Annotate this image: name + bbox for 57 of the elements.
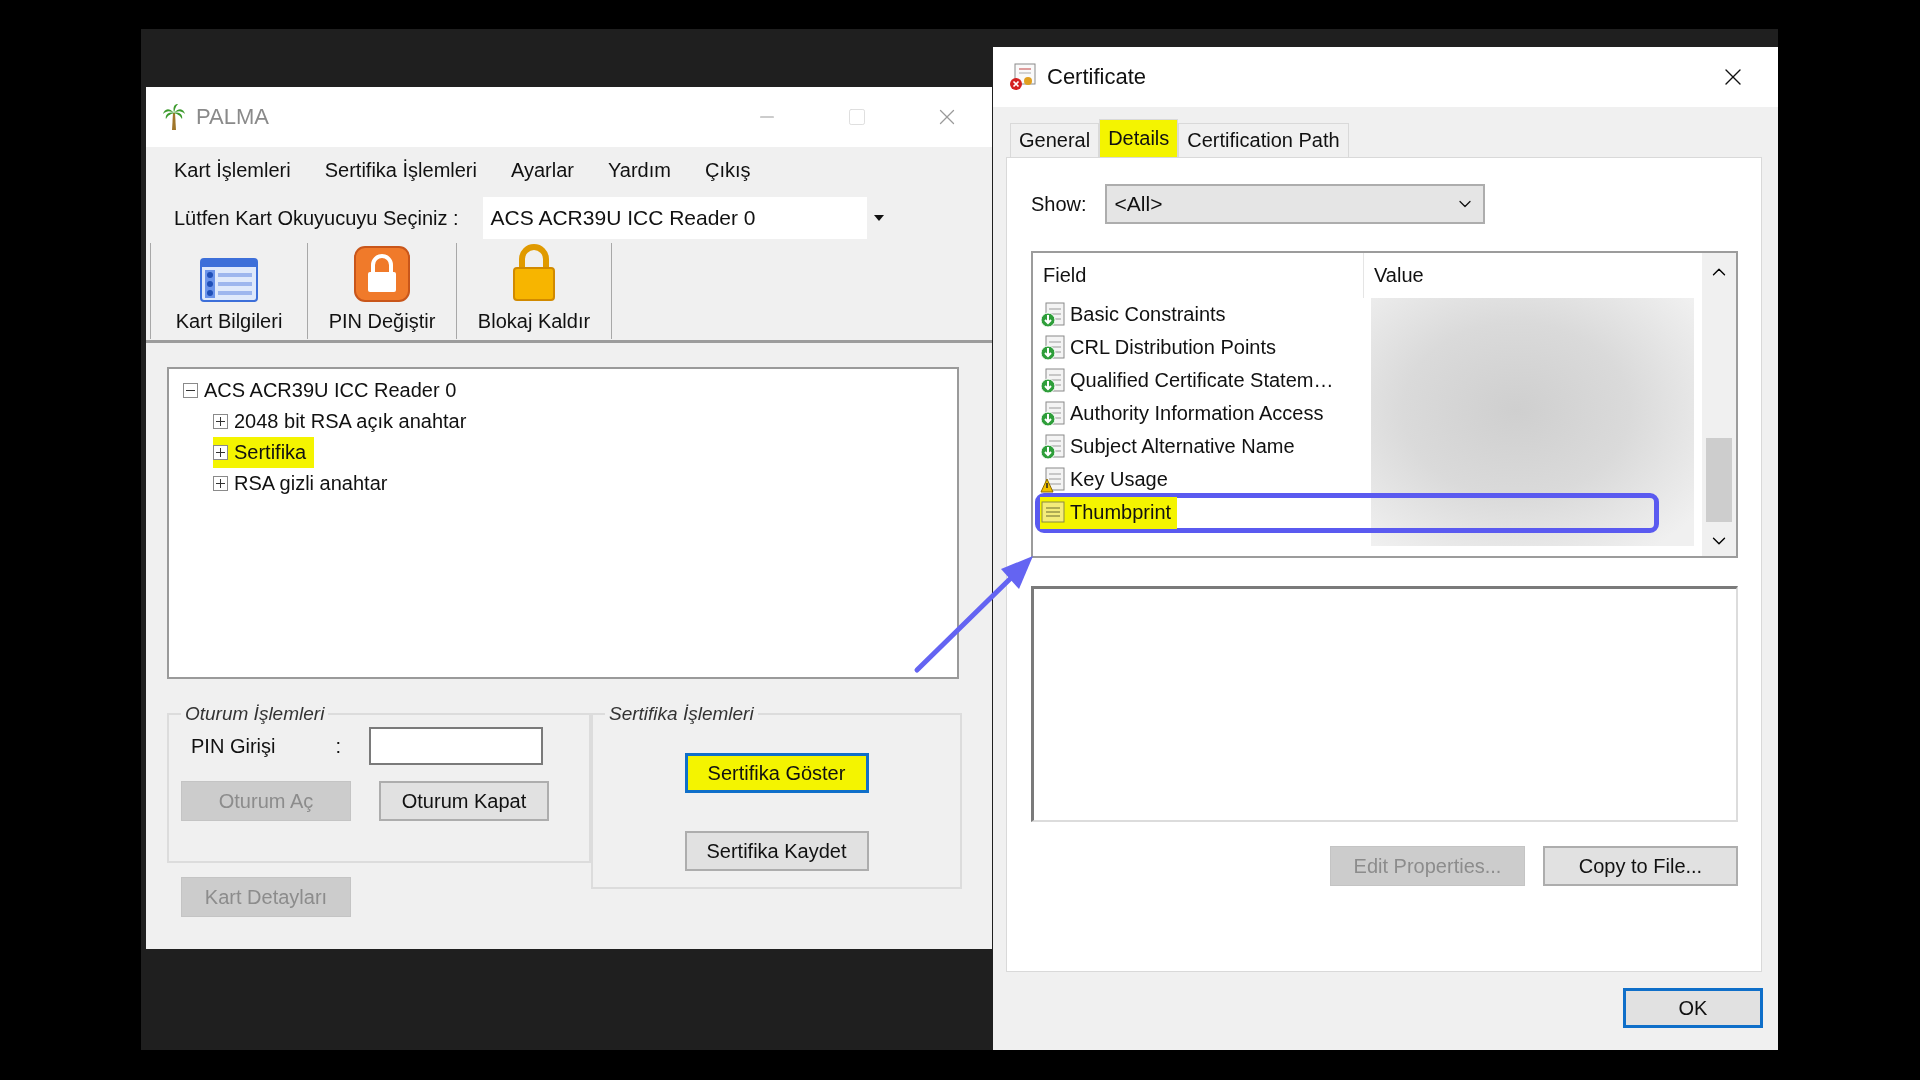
certificate-extension-icon [1040, 433, 1066, 460]
field-item[interactable]: CRL Distribution Points [1040, 331, 1282, 364]
collapse-icon[interactable] [183, 383, 198, 398]
field-item[interactable]: Qualified Certificate Statem… [1040, 364, 1340, 397]
field-item[interactable]: Authority Information Access [1040, 397, 1330, 430]
field-item[interactable]: Thumbprint [1040, 496, 1178, 529]
property-icon [1040, 499, 1066, 526]
session-button[interactable]: Oturum Kapat [379, 781, 549, 821]
tab[interactable]: General [1010, 123, 1100, 157]
certificate-extension-icon [1040, 367, 1066, 394]
tree-item[interactable]: ACS ACR39U ICC Reader 0 [183, 375, 465, 406]
toolbar-button[interactable]: PIN Değiştir [307, 243, 457, 339]
dropdown-arrow-icon [873, 215, 884, 221]
dialog-button[interactable]: Copy to File... [1543, 846, 1738, 886]
menu-item[interactable]: Yardım [607, 158, 671, 182]
certificate-warning-icon [1040, 466, 1066, 493]
expand-icon[interactable] [213, 476, 228, 491]
pin-input-field[interactable] [369, 727, 543, 765]
ok-button[interactable]: OK [1623, 988, 1763, 1028]
certificate-extension-icon [1040, 301, 1066, 328]
tree-item[interactable]: RSA gizli anahtar [213, 468, 396, 499]
group-title: Sertifika İşlemleri [608, 703, 755, 725]
field-item[interactable]: Subject Alternative Name [1040, 430, 1301, 463]
toolbar-button[interactable]: Blokaj Kaldır [456, 243, 612, 339]
tab[interactable]: Details [1099, 119, 1179, 157]
field-item[interactable]: Key Usage [1040, 463, 1174, 496]
tree-item[interactable]: Sertifika [213, 437, 315, 468]
list-window-icon [200, 258, 258, 302]
show-dropdown[interactable]: <All> [1104, 184, 1485, 224]
menu-item[interactable]: Çıkış [704, 158, 751, 182]
window-title: Certificate [1047, 64, 1147, 90]
window-title: PALMA [196, 104, 269, 130]
menu-item[interactable]: Kart İşlemleri [174, 158, 291, 182]
reader-dropdown[interactable]: ACS ACR39U ICC Reader 0 [482, 197, 891, 239]
expand-icon[interactable] [213, 445, 228, 460]
certificate-extension-icon [1040, 334, 1066, 361]
show-label: Show: [1031, 192, 1087, 216]
group-title: Oturum İşlemleri [184, 703, 326, 725]
certificate-button[interactable]: Sertifika Kaydet [684, 831, 869, 871]
lock-icon [354, 246, 410, 302]
field-item[interactable]: Basic Constraints [1040, 298, 1232, 331]
certificate-button[interactable]: Sertifika Göster [684, 753, 869, 793]
pin-colon: : [335, 734, 341, 758]
pin-label: PIN Girişi [191, 734, 276, 758]
certificate-extension-icon [1040, 400, 1066, 427]
expand-icon[interactable] [213, 414, 228, 429]
column-header[interactable]: Field [1033, 253, 1363, 298]
menu-item[interactable]: Ayarlar [510, 158, 574, 182]
palm-tree-icon [162, 103, 186, 131]
reader-label: Lütfen Kart Okuyucuyu Seçiniz : [174, 206, 459, 230]
tree-item[interactable]: 2048 bit RSA açık anahtar [213, 406, 475, 437]
menu-item[interactable]: Sertifika İşlemleri [324, 158, 477, 182]
certificate-error-icon [1009, 63, 1037, 91]
toolbar-button[interactable]: Kart Bilgileri [150, 243, 308, 339]
scrollbar-thumb[interactable] [1706, 438, 1732, 522]
padlock-icon [512, 244, 556, 302]
tab[interactable]: Certification Path [1178, 123, 1349, 157]
